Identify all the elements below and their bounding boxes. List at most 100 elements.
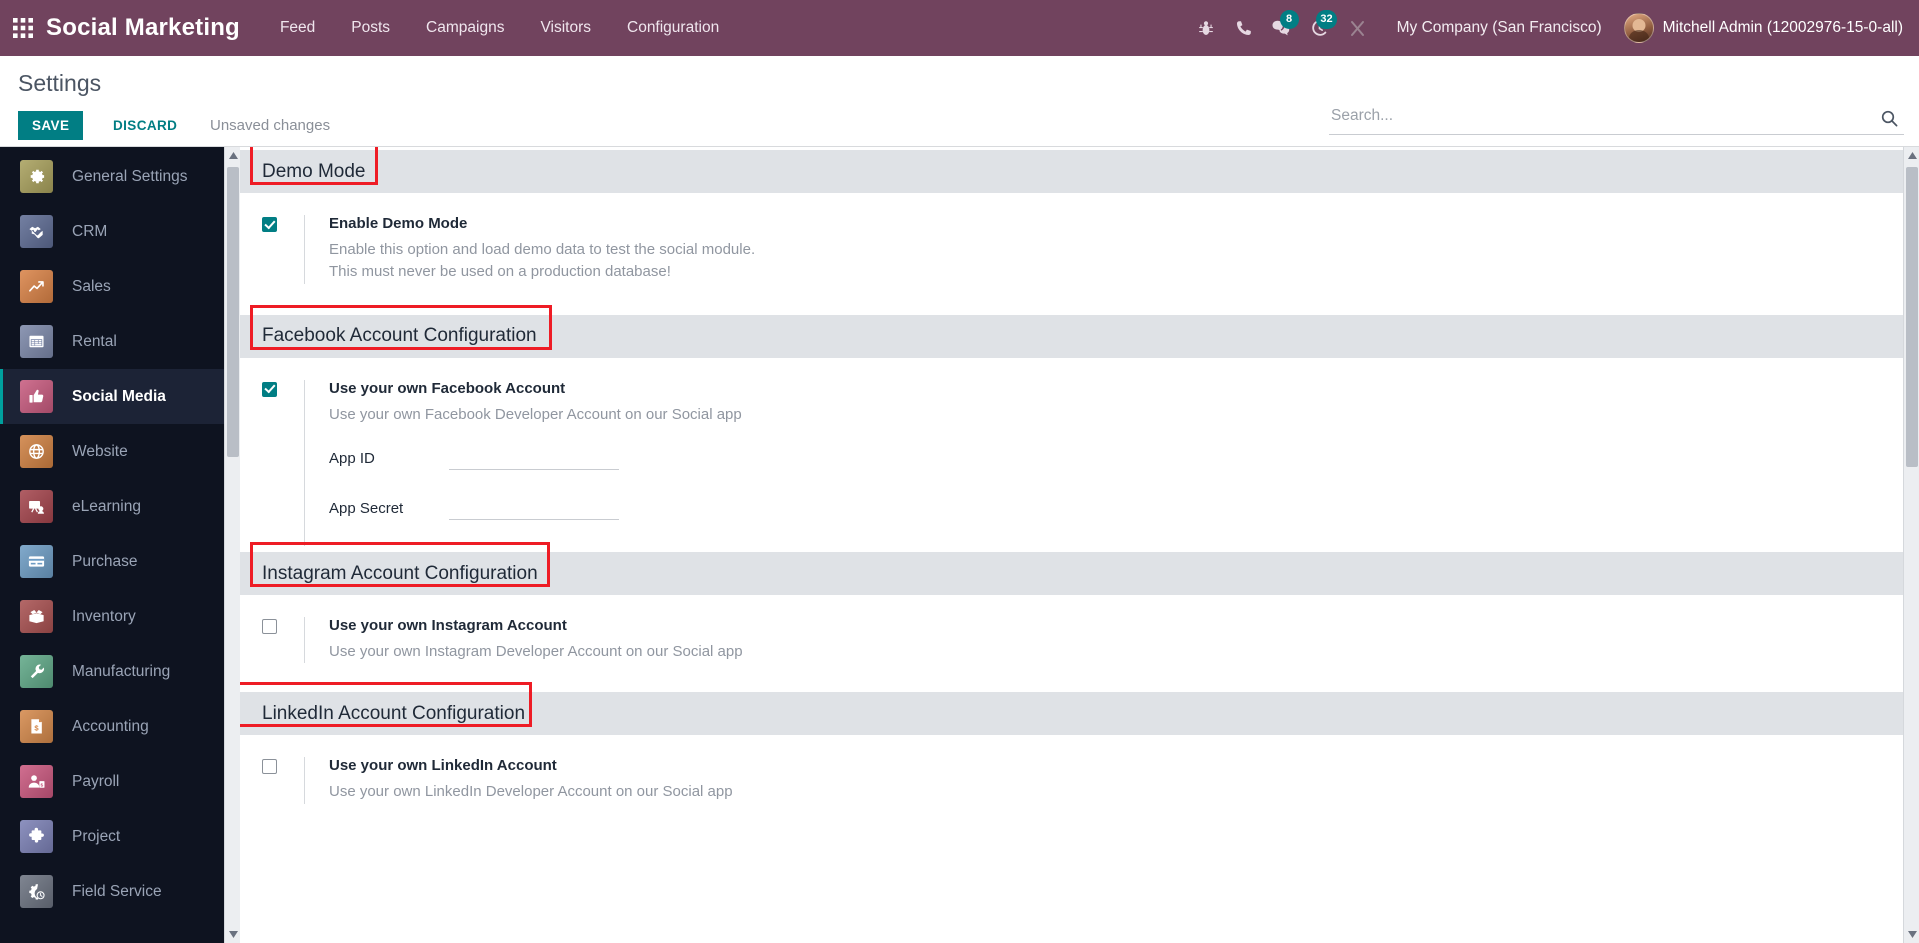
sidebar-item-label: Accounting (72, 717, 149, 735)
sidebar-item-label: CRM (72, 222, 108, 240)
thumbs-up-icon (20, 380, 53, 413)
setting-help-line: Use your own Instagram Developer Account… (329, 642, 743, 660)
enable-demo-mode-checkbox[interactable] (262, 217, 277, 232)
checkbox-cell (262, 215, 304, 284)
person-money-icon: $ (20, 765, 53, 798)
sidebar-item-crm[interactable]: CRM (0, 204, 240, 259)
sidebar-item-label: eLearning (72, 497, 141, 515)
apps-grid-icon[interactable] (0, 0, 46, 56)
section-header-demo-mode: Demo Mode (240, 147, 1919, 193)
sidebar-item-label: Inventory (72, 607, 136, 625)
section-header-instagram: Instagram Account Configuration (240, 542, 1919, 595)
checkbox-cell (262, 617, 304, 663)
sidebar-list: General Settings CRM Sales Rental Social… (0, 147, 240, 919)
sidebar-item-label: Rental (72, 332, 117, 350)
field-row-app-secret: App Secret (329, 496, 1919, 520)
setting-body: Use your own LinkedIn Account Use your o… (304, 757, 1919, 804)
activities-clock-icon[interactable]: 32 (1301, 0, 1339, 56)
app-secret-input[interactable] (449, 496, 619, 520)
activities-badge: 32 (1316, 10, 1337, 29)
sidebar-item-label: Manufacturing (72, 662, 171, 680)
page-title: Settings (18, 70, 102, 96)
setting-label[interactable]: Use your own Instagram Account (329, 617, 567, 636)
use-own-instagram-account-checkbox[interactable] (262, 619, 277, 634)
setting-row-enable-demo-mode: Enable Demo Mode Enable this option and … (240, 193, 1919, 284)
user-menu-label: Mitchell Admin (12002976-15-0-all) (1662, 19, 1903, 36)
nav-item-posts[interactable]: Posts (333, 0, 408, 56)
content-scrollbar[interactable] (1903, 147, 1919, 943)
sidebar-item-elearning[interactable]: eLearning (0, 479, 240, 534)
section-title: LinkedIn Account Configuration (262, 702, 526, 724)
checkbox-cell (262, 757, 304, 803)
sidebar-scroll-up-arrow[interactable] (225, 147, 240, 164)
avatar (1623, 13, 1654, 43)
discard-button[interactable]: DISCARD (105, 111, 185, 140)
setting-help-line: Use your own LinkedIn Developer Account … (329, 783, 733, 800)
sidebar-item-website[interactable]: Website (0, 424, 240, 479)
nav-item-campaigns[interactable]: Campaigns (408, 0, 522, 56)
unsaved-changes-indicator: Unsaved changes (210, 117, 331, 134)
section-header-facebook: Facebook Account Configuration (240, 304, 1919, 358)
sidebar-item-manufacturing[interactable]: Manufacturing (0, 644, 240, 699)
checkbox-cell (262, 380, 304, 546)
app-id-label: App ID (329, 449, 375, 467)
user-menu[interactable]: Mitchell Admin (12002976-15-0-all) (1618, 13, 1903, 43)
sidebar-item-payroll[interactable]: $ Payroll (0, 754, 240, 809)
app-brand-title[interactable]: Social Marketing (46, 14, 240, 42)
setting-label[interactable]: Enable Demo Mode (329, 215, 467, 234)
save-button[interactable]: SAVE (18, 111, 84, 140)
setting-label[interactable]: Use your own LinkedIn Account (329, 757, 557, 776)
sidebar-item-inventory[interactable]: Inventory (0, 589, 240, 644)
bug-icon[interactable] (1187, 0, 1225, 56)
sidebar-item-social-media[interactable]: Social Media (0, 369, 240, 424)
setting-row-facebook-account: Use your own Facebook Account Use your o… (240, 358, 1919, 546)
messages-icon[interactable]: 8 (1263, 0, 1301, 56)
setting-row-linkedin-account: Use your own LinkedIn Account Use your o… (240, 735, 1919, 804)
sidebar-item-project[interactable]: Project (0, 809, 240, 864)
shortcuts-icon[interactable] (1339, 0, 1377, 56)
nav-item-visitors[interactable]: Visitors (522, 0, 609, 56)
messages-badge: 8 (1279, 10, 1299, 29)
content-scroll-down-arrow[interactable] (1904, 926, 1919, 943)
sidebar-scroll-down-arrow[interactable] (225, 926, 240, 943)
navbar-systray: 8 32 My Company (San Francisco) Mitchell… (1187, 0, 1919, 56)
gear-clock-icon (20, 875, 53, 908)
setting-help-line: This must never be used on a production … (329, 263, 671, 281)
setting-label[interactable]: Use your own Facebook Account (329, 380, 565, 399)
sidebar-item-accounting[interactable]: $ Accounting (0, 699, 240, 754)
gear-icon (20, 160, 53, 193)
sidebar-item-field-service[interactable]: Field Service (0, 864, 240, 919)
sidebar-scrollbar[interactable] (224, 147, 240, 943)
sidebar-item-rental[interactable]: Rental (0, 314, 240, 369)
sidebar-item-label: Social Media (72, 387, 166, 405)
section-title: Demo Mode (262, 160, 366, 182)
box-icon (20, 600, 53, 633)
company-switcher[interactable]: My Company (San Francisco) (1377, 19, 1618, 37)
use-own-facebook-account-checkbox[interactable] (262, 381, 277, 397)
magnifier-icon[interactable] (1874, 103, 1904, 133)
top-navbar: Social Marketing Feed Posts Campaigns Vi… (0, 0, 1919, 56)
content-scroll-thumb[interactable] (1906, 167, 1918, 467)
phone-icon[interactable] (1225, 0, 1263, 56)
navbar-menu: Feed Posts Campaigns Visitors Configurat… (262, 0, 737, 56)
setting-help-line: Enable this option and load demo data to… (329, 240, 756, 258)
sidebar-item-general-settings[interactable]: General Settings (0, 149, 240, 204)
content-scroll-up-arrow[interactable] (1904, 147, 1919, 164)
setting-body: Use your own Instagram Account Use your … (304, 617, 1919, 664)
nav-item-feed[interactable]: Feed (262, 0, 333, 56)
sidebar-item-label: Website (72, 442, 128, 460)
sidebar-item-sales[interactable]: Sales (0, 259, 240, 314)
card-icon (20, 545, 53, 578)
sidebar-item-label: Payroll (72, 772, 120, 790)
searchview (1329, 102, 1904, 135)
section-header-linkedin: LinkedIn Account Configuration (240, 682, 1919, 736)
puzzle-icon (20, 820, 53, 853)
use-own-linkedin-account-checkbox[interactable] (262, 759, 277, 775)
app-id-input[interactable] (449, 446, 619, 470)
sidebar-item-purchase[interactable]: Purchase (0, 534, 240, 589)
sidebar-scroll-thumb[interactable] (227, 167, 239, 457)
nav-item-configuration[interactable]: Configuration (609, 0, 737, 56)
search-input[interactable] (1329, 107, 1874, 129)
sidebar-item-label: Project (72, 827, 121, 845)
app-secret-label: App Secret (329, 499, 404, 517)
